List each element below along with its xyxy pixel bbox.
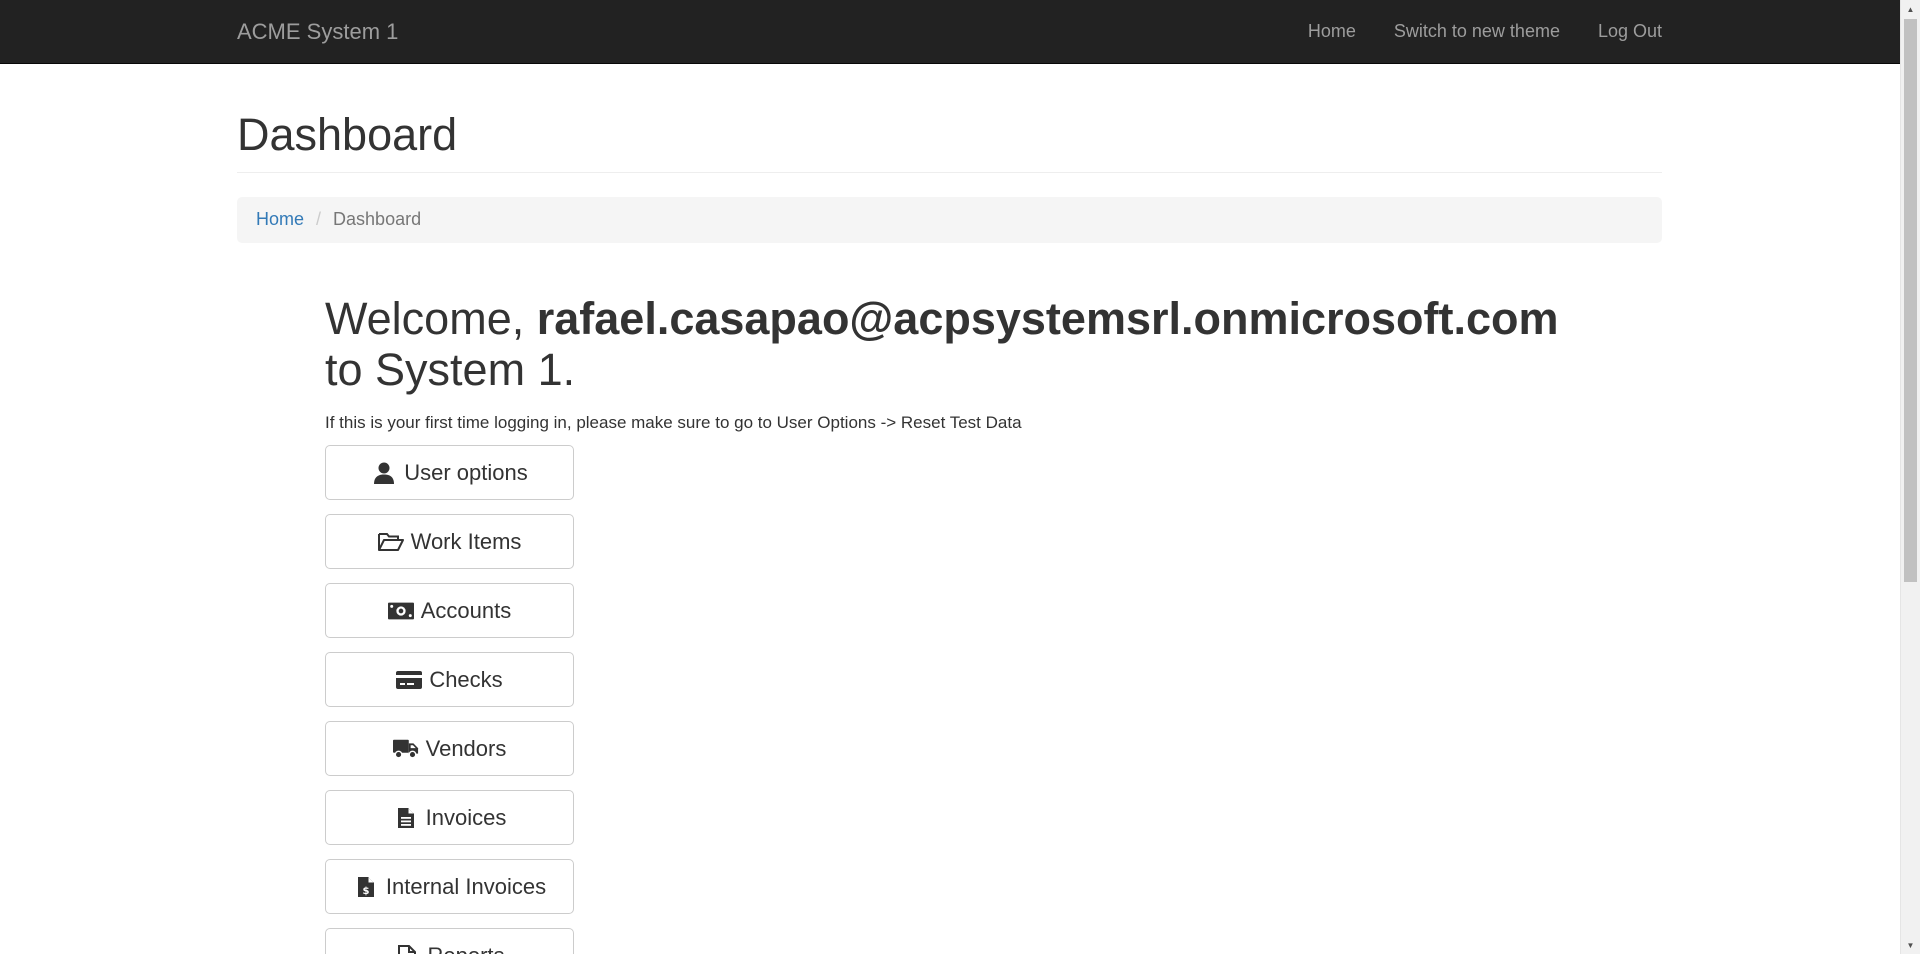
credit-card-icon [396,668,423,692]
reports-label: Reports [427,943,504,954]
first-login-hint: If this is your first time logging in, p… [325,413,1022,432]
internal-invoices-label: Internal Invoices [385,873,547,899]
work-items-button[interactable]: Work Items [325,514,574,569]
page: ACME System 1 Home Switch to new theme L… [0,0,1900,954]
top-navbar: ACME System 1 Home Switch to new theme L… [0,0,1900,64]
invoices-label: Invoices [425,804,507,830]
nav-links: Home Switch to new theme Log Out [1270,0,1662,63]
scroll-up-arrow-icon[interactable]: ▲ [1901,0,1920,18]
breadcrumb-home-link[interactable]: Home [256,209,304,230]
page-header: Dashboard [237,110,1662,173]
svg-text:$: $ [362,886,369,897]
welcome-heading: Welcome, rafael.casapao@acpsystemsrl.onm… [325,293,1665,395]
user-options-label: User options [404,459,528,485]
reports-button[interactable]: Reports [325,928,574,954]
nav-logout-link[interactable]: Log Out [1598,0,1662,63]
scrollbar-thumb[interactable] [1904,19,1917,582]
user-options-button[interactable]: User options [325,445,574,500]
breadcrumb: Home / Dashboard [237,196,1662,243]
internal-invoices-button[interactable]: $ Internal Invoices [325,859,574,914]
vertical-scrollbar[interactable]: ▲ ▼ [1900,0,1920,954]
dashboard-menu: User options Work Items Accounts Checks … [325,445,1665,954]
nav-switch-theme-link[interactable]: Switch to new theme [1394,0,1560,63]
money-bill-icon [387,599,414,623]
scroll-down-arrow-icon[interactable]: ▼ [1901,936,1920,954]
folder-open-icon [377,530,404,554]
welcome-section: Welcome, rafael.casapao@acpsystemsrl.onm… [325,293,1665,954]
welcome-user: rafael.casapao@acpsystemsrl.onmicrosoft.… [536,293,1559,344]
welcome-prefix: Welcome, [325,293,537,344]
invoices-button[interactable]: Invoices [325,790,574,845]
user-icon [371,461,397,485]
main-container: Dashboard Home / Dashboard Welcome, rafa… [237,63,1662,954]
welcome-suffix: to System 1. [325,344,576,395]
checks-label: Checks [429,666,503,692]
accounts-label: Accounts [420,597,512,623]
brand-link[interactable]: ACME System 1 [237,0,398,63]
checks-button[interactable]: Checks [325,652,574,707]
file-text-icon [393,806,419,830]
breadcrumb-current: Dashboard [333,209,422,229]
vendors-button[interactable]: Vendors [325,721,574,776]
truck-icon [392,737,419,761]
accounts-button[interactable]: Accounts [325,583,574,638]
file-icon [394,944,420,954]
vendors-label: Vendors [425,735,507,761]
breadcrumb-separator: / [316,209,322,229]
file-invoice-dollar-icon: $ [353,875,379,899]
page-title: Dashboard [237,109,458,160]
work-items-label: Work Items [410,528,522,554]
nav-home-link[interactable]: Home [1308,0,1356,63]
